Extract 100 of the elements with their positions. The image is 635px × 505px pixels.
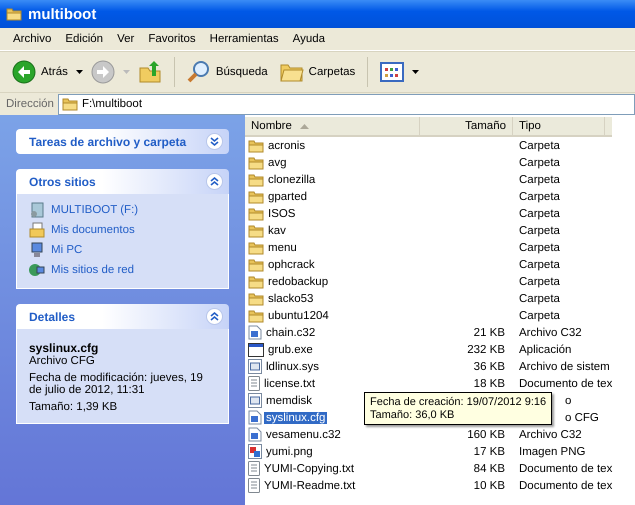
folder-icon	[248, 206, 264, 220]
section-header[interactable]: Tareas de archivo y carpeta	[16, 129, 229, 154]
caret-icon[interactable]	[412, 70, 420, 74]
file-name[interactable]: redobackup	[266, 276, 330, 288]
folder-icon	[248, 240, 264, 254]
modified-date: Fecha de modificación: jueves, 19 de julio de 2012, 11:31	[29, 372, 204, 396]
file-type: Carpeta	[519, 292, 560, 304]
document-icon	[248, 410, 262, 425]
file-name[interactable]: avg	[266, 156, 289, 168]
section-title: Otros sitios	[29, 174, 96, 188]
folder-icon	[248, 190, 264, 204]
file-name[interactable]: ubuntu1204	[266, 310, 331, 322]
place-link[interactable]: Mi PC	[51, 244, 82, 256]
file-name[interactable]: yumi.png	[264, 446, 315, 458]
menu-item[interactable]: Ayuda	[286, 33, 332, 45]
collapse-icon[interactable]	[206, 173, 223, 190]
file-type: Carpeta	[519, 258, 560, 270]
folder-icon	[248, 156, 264, 170]
section-header[interactable]: Detalles	[16, 304, 229, 329]
section-header[interactable]: Otros sitios	[16, 169, 229, 194]
file-name[interactable]: gparted	[266, 190, 310, 202]
file-name[interactable]: vesamenu.c32	[264, 428, 343, 440]
file-name[interactable]: YUMI-Copying.txt	[262, 462, 356, 474]
file-name[interactable]: chain.c32	[264, 326, 318, 338]
file-name[interactable]: grub.exe	[266, 344, 315, 356]
folder-icon	[6, 7, 22, 21]
file-name[interactable]: menu	[266, 242, 299, 254]
file-name[interactable]: ISOS	[266, 208, 298, 220]
place-link[interactable]: Mis sitios de red	[51, 264, 134, 276]
collapse-icon[interactable]	[206, 308, 223, 325]
folder-icon	[62, 97, 78, 111]
folder-icon	[248, 224, 264, 238]
file-size: 160 KB	[467, 428, 505, 440]
address-label: Dirección	[6, 98, 54, 110]
folder-icon	[248, 292, 264, 306]
menu-item[interactable]: Edición	[58, 33, 110, 45]
file-name[interactable]: license.txt	[262, 378, 318, 390]
folder-icon	[248, 138, 264, 152]
section-title: Detalles	[29, 310, 76, 324]
file-type: Documento de tex	[519, 480, 612, 492]
menu-item[interactable]: Herramientas	[202, 33, 286, 45]
column-header[interactable]: Tamaño	[420, 117, 513, 135]
column-title: Nombre	[251, 120, 292, 132]
computer-icon	[29, 242, 45, 258]
place-link[interactable]: MULTIBOOT (F:)	[51, 204, 138, 216]
file-size: 84 KB	[474, 462, 505, 474]
file-name: syslinux.cfg	[29, 341, 100, 355]
image-file-icon	[248, 444, 262, 459]
file-name[interactable]: syslinux.cfg	[264, 412, 328, 424]
file-type: Carpeta	[519, 310, 560, 322]
caret-icon[interactable]	[76, 70, 83, 74]
documents-folder-icon	[29, 222, 45, 238]
file-type: Archivo C32	[519, 428, 582, 440]
file-name[interactable]: ophcrack	[266, 258, 317, 270]
tooltip-text: Tamaño: 36,0 KB	[370, 409, 456, 421]
file-size: 18 KB	[474, 378, 505, 390]
file-name[interactable]: ldlinux.sys	[264, 360, 322, 372]
column-title: Tipo	[519, 120, 541, 132]
expand-icon[interactable]	[206, 133, 223, 150]
address-field[interactable]: F:\multiboot	[58, 94, 635, 114]
file-name[interactable]: memdisk	[264, 394, 314, 406]
system-file-icon	[248, 359, 262, 374]
column-header[interactable]: Nombre	[245, 117, 420, 135]
file-type: Archivo CFG	[29, 355, 96, 367]
search-button[interactable]: Búsqueda	[182, 58, 272, 86]
file-type: Carpeta	[519, 224, 560, 236]
file-type: Carpeta	[519, 208, 560, 220]
file-size: Tamaño: 1,39 KB	[29, 401, 118, 413]
document-icon	[248, 325, 262, 340]
text-file-icon	[248, 461, 260, 476]
file-name[interactable]: slacko53	[266, 292, 316, 304]
file-type: Carpeta	[519, 140, 560, 152]
folder-icon	[248, 258, 264, 272]
search-icon	[186, 60, 211, 84]
views-icon	[380, 62, 404, 82]
file-type: o CFG	[565, 412, 599, 424]
tooltip-text: Fecha de creación: 19/07/2012 9:16	[370, 396, 546, 408]
file-type: Documento de tex	[519, 462, 612, 474]
file-type: Aplicación	[519, 344, 572, 356]
file-name[interactable]: kav	[266, 224, 288, 236]
file-type: o	[565, 394, 572, 406]
menu-item[interactable]: Ver	[110, 33, 142, 45]
file-name[interactable]: YUMI-Readme.txt	[262, 480, 358, 492]
menu-item[interactable]: Archivo	[6, 33, 58, 45]
file-type: Carpeta	[519, 156, 560, 168]
folder-icon	[248, 274, 264, 288]
back-button[interactable]: Atrás	[8, 58, 72, 86]
file-size: 36 KB	[474, 360, 505, 372]
window-title: multiboot	[28, 6, 96, 22]
file-name[interactable]: clonezilla	[266, 174, 318, 186]
file-name[interactable]: acronis	[266, 140, 308, 152]
text-file-icon	[248, 376, 260, 391]
column-header[interactable]: Tipo	[513, 117, 605, 135]
file-size: 10 KB	[474, 480, 505, 492]
document-icon	[248, 427, 262, 442]
folders-button[interactable]: Carpetas	[276, 59, 360, 85]
menu-item[interactable]: Favoritos	[141, 33, 203, 45]
column-title: Tamaño	[465, 120, 506, 132]
network-icon	[29, 262, 45, 278]
place-link[interactable]: Mis documentos	[51, 224, 135, 236]
